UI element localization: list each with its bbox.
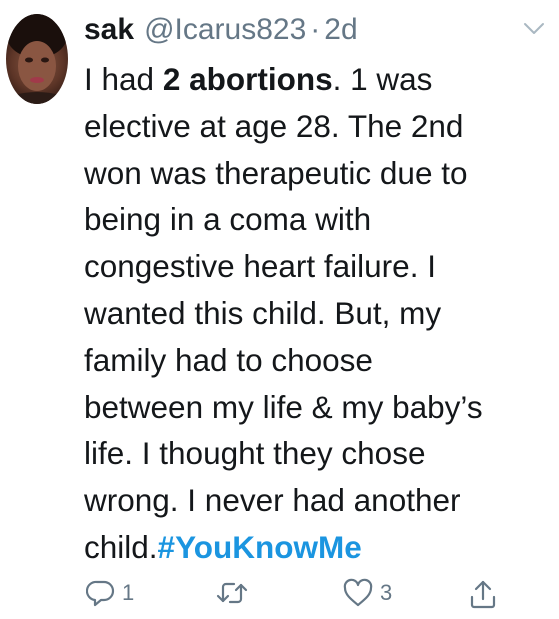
emphasis-text: 2 abortions bbox=[162, 61, 333, 97]
tweet-line: won was therapeutic due to bbox=[84, 154, 468, 191]
tweet-line: congestive heart failure. I bbox=[84, 248, 436, 285]
tweet[interactable]: sak @Icarus823 · 2d I had 2 abortions. 1… bbox=[0, 0, 559, 619]
avatar-photo bbox=[7, 14, 67, 104]
tweet-header: sak @Icarus823 · 2d bbox=[84, 10, 544, 50]
tweet-line: child.#YouKnowMe bbox=[84, 528, 362, 565]
tweet-line: life. I thought they chose bbox=[84, 435, 426, 472]
caret-down-icon[interactable] bbox=[523, 22, 545, 36]
share-icon bbox=[470, 580, 496, 609]
tweet-actions: 1 3 bbox=[84, 578, 550, 618]
retweet-icon bbox=[216, 582, 248, 604]
display-name[interactable]: sak bbox=[84, 13, 134, 47]
tweet-line: elective at age 28. The 2nd bbox=[84, 107, 464, 144]
retweet-button[interactable] bbox=[215, 578, 255, 608]
avatar[interactable] bbox=[6, 14, 68, 104]
tweet-line: wrong. I never had another bbox=[84, 482, 461, 519]
reply-icon bbox=[86, 580, 115, 607]
reply-button[interactable]: 1 bbox=[86, 578, 134, 608]
tweet-line: wanted this child. But, my bbox=[84, 294, 442, 331]
share-button[interactable] bbox=[468, 578, 498, 610]
tweet-line: between my life & my baby’s bbox=[84, 388, 483, 425]
like-button[interactable]: 3 bbox=[342, 578, 392, 608]
timestamp[interactable]: 2d bbox=[324, 13, 357, 47]
tweet-line: being in a coma with bbox=[84, 201, 372, 238]
tweet-text: I had 2 abortions. 1 was elective at age… bbox=[84, 56, 550, 571]
like-icon bbox=[343, 578, 373, 607]
tweet-line: family had to choose bbox=[84, 341, 373, 378]
hashtag-link[interactable]: #YouKnowMe bbox=[158, 529, 362, 565]
tweet-line: I had 2 abortions. 1 was bbox=[84, 61, 433, 97]
separator-dot: · bbox=[310, 13, 321, 46]
reply-count: 1 bbox=[122, 580, 135, 605]
like-count: 3 bbox=[380, 580, 393, 605]
user-handle[interactable]: @Icarus823 bbox=[144, 13, 306, 47]
